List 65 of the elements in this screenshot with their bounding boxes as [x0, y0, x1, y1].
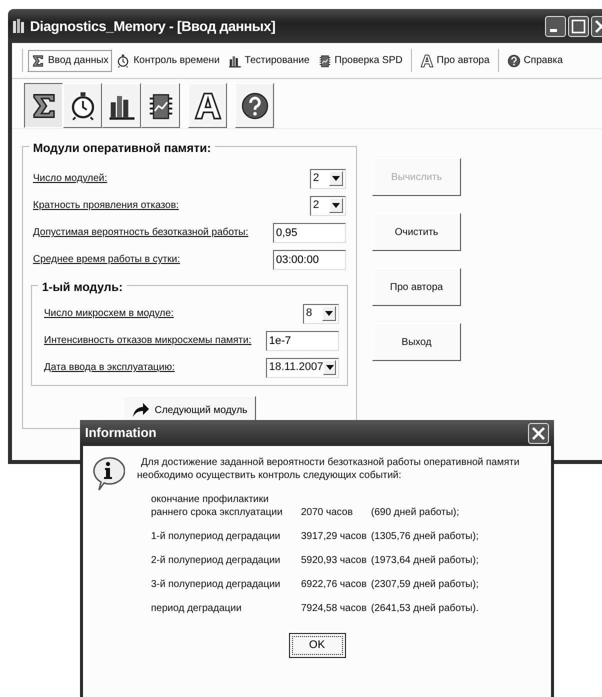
toolbar-button[interactable]	[24, 83, 63, 128]
result-text: 7924,58 часов	[301, 602, 368, 615]
caret-icon	[326, 365, 334, 370]
caret-icon	[332, 176, 340, 181]
arrow-icon	[132, 402, 150, 418]
result-text: 2070 часов	[301, 506, 354, 519]
help-icon	[506, 54, 521, 68]
field-label: Среднее время работы в сутки:	[33, 253, 180, 267]
menu-item[interactable]: Про автора	[416, 49, 494, 72]
input-field[interactable]: 03:00:00	[273, 250, 346, 270]
menu-item[interactable]: Тестирование	[224, 49, 314, 72]
result-text: (1973,64 дней работы);	[371, 554, 480, 567]
input-field[interactable]: 0,95	[273, 222, 346, 242]
action-button[interactable]: Очистить	[372, 213, 461, 251]
menu-item[interactable]: Ввод данных	[27, 49, 112, 72]
message-text: Для достижение заданной вероятности безотказной работы оперативной памяти необходимо осуществить контроль следующих событий:	[137, 456, 520, 482]
caret-icon	[325, 311, 333, 316]
maximize-button[interactable]	[568, 16, 589, 36]
outlined-a-icon	[420, 54, 434, 68]
minimize-button[interactable]	[545, 16, 566, 36]
close-icon	[532, 426, 546, 440]
result-text: 6922,76 часов	[301, 578, 368, 591]
dropdown[interactable]: 2	[310, 196, 346, 216]
field-label: Интенсивность отказов микросхемы памяти:	[44, 334, 252, 348]
outlined-a-icon	[192, 90, 222, 120]
result-text: 3917,29 часов	[301, 530, 368, 543]
result-text: 5920,93 часов	[301, 554, 368, 567]
input-field[interactable]: 1e-7	[266, 330, 339, 350]
result-text: 1-й полупериод деградации	[151, 530, 282, 543]
bar-chart-icon	[228, 54, 242, 68]
window-title: Diagnostics_Memory - [Ввод данных]	[30, 16, 276, 36]
result-text: период деградации	[151, 602, 243, 615]
maximize-icon	[572, 19, 586, 33]
result-text: (1305,76 дней работы);	[371, 530, 480, 543]
date-picker[interactable]: 18.11.2007	[266, 358, 339, 378]
close-icon	[594, 19, 602, 33]
sigma-icon	[31, 54, 45, 68]
info-icon	[91, 456, 125, 492]
help-icon	[240, 90, 270, 120]
caret-icon	[332, 203, 340, 208]
result-text: 3-й полупериод деградации	[151, 578, 282, 591]
menu-item[interactable]: Проверка SPD	[314, 49, 407, 72]
menu-item[interactable]: Контроль времени	[112, 49, 224, 72]
action-button[interactable]: Выход	[372, 323, 461, 361]
field-label: Число микросхем в модуле:	[44, 307, 174, 321]
alarm-clock-icon	[116, 54, 130, 68]
dropdown[interactable]: 8	[303, 304, 339, 324]
field-label: Дата ввода в эксплуатацию:	[44, 361, 175, 375]
field-label: Число модулей:	[33, 172, 108, 186]
result-text: окончание профилактики раннего срока эксплуатации	[151, 493, 284, 519]
dropdown[interactable]: 2	[310, 168, 346, 188]
result-text: (2641,53 дней работы).	[371, 602, 480, 615]
field-label: Кратность проявления отказов:	[33, 199, 179, 213]
result-text: 2-й полупериод деградации	[151, 554, 282, 567]
field-label: Допустимая вероятность безотказной работы:	[33, 226, 248, 240]
minimize-icon	[550, 28, 557, 32]
result-text: (690 дней работы);	[371, 506, 460, 519]
menu-item[interactable]: Справка	[502, 49, 567, 72]
dialog-title: Information	[85, 424, 156, 442]
chip-icon	[318, 54, 332, 68]
app-icon	[12, 18, 26, 34]
action-button[interactable]: Про автора	[372, 268, 461, 306]
ok-button[interactable]: OK	[288, 633, 346, 658]
result-text: (2307,59 дней работы);	[371, 578, 480, 591]
close-button[interactable]	[528, 422, 549, 444]
